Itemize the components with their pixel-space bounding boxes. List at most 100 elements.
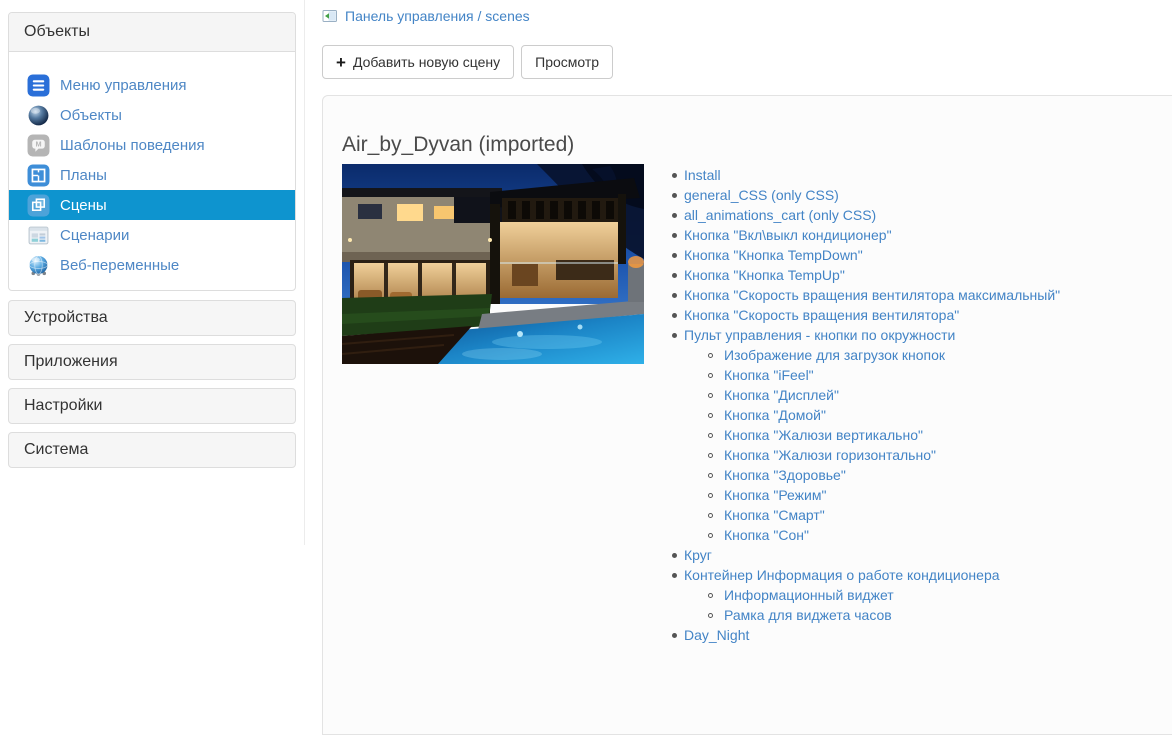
circle-bullet-icon bbox=[708, 472, 713, 478]
scene-element-link[interactable]: Изображение для загрузок кнопок bbox=[724, 347, 945, 363]
disc-bullet-icon bbox=[672, 172, 677, 178]
scene-element-item: Круг bbox=[660, 545, 1165, 565]
sidebar-item-scenes[interactable]: Сцены bbox=[9, 190, 295, 220]
sidebar-item-label: Веб-переменные bbox=[60, 256, 180, 274]
night-house-illustration bbox=[342, 164, 644, 364]
disc-bullet-icon bbox=[672, 272, 677, 278]
sidebar-item-label: Шаблоны поведения bbox=[60, 136, 205, 154]
scene-element-link[interactable]: Кнопка "Домой" bbox=[724, 407, 826, 423]
scene-element-link[interactable]: general_CSS (only CSS) bbox=[684, 187, 839, 203]
sidebar-item-label: Сцены bbox=[60, 196, 107, 214]
circle-bullet-icon bbox=[708, 612, 713, 618]
scene-element-link[interactable]: Install bbox=[684, 167, 721, 183]
scene-element-link[interactable]: Пульт управления - кнопки по окружности bbox=[684, 327, 955, 343]
disc-bullet-icon bbox=[672, 632, 677, 638]
scene-element-item: Кнопка "Здоровье" bbox=[660, 465, 1165, 485]
menu-icon bbox=[27, 74, 50, 97]
sidebar-panel-title: Устройства bbox=[24, 309, 108, 326]
scene-element-item: Контейнер Информация о работе кондиционе… bbox=[660, 565, 1165, 585]
circle-bullet-icon bbox=[708, 512, 713, 518]
circle-bullet-icon bbox=[708, 492, 713, 498]
sidebar-item-web-variables[interactable]: Веб-переменные bbox=[9, 250, 295, 280]
disc-bullet-icon bbox=[672, 572, 677, 578]
disc-bullet-icon bbox=[672, 552, 677, 558]
scene-element-link[interactable]: Кнопка "Скорость вращения вентилятора ма… bbox=[684, 287, 1060, 303]
sidebar-panel-apps[interactable]: Приложения bbox=[8, 344, 296, 380]
circle-bullet-icon bbox=[708, 592, 713, 598]
scene-element-item: Day_Night bbox=[660, 625, 1165, 645]
circle-bullet-icon bbox=[708, 372, 713, 378]
sidebar-panel-system[interactable]: Система bbox=[8, 432, 296, 468]
scene-element-link[interactable]: Кнопка "Дисплей" bbox=[724, 387, 839, 403]
circle-bullet-icon bbox=[708, 432, 713, 438]
scene-element-link[interactable]: Кнопка "Скорость вращения вентилятора" bbox=[684, 307, 959, 323]
disc-bullet-icon bbox=[672, 192, 677, 198]
view-button[interactable]: Просмотр bbox=[521, 45, 614, 79]
sidebar-item-plans[interactable]: Планы bbox=[9, 160, 295, 190]
scene-element-link[interactable]: Кнопка "Смарт" bbox=[724, 507, 825, 523]
scene-element-link[interactable]: Круг bbox=[684, 547, 712, 563]
sidebar-panel-devices[interactable]: Устройства bbox=[8, 300, 296, 336]
sidebar-item-label: Объекты bbox=[60, 106, 122, 124]
disc-bullet-icon bbox=[672, 312, 677, 318]
svg-text:M: M bbox=[35, 139, 41, 148]
scene-title: Air_by_Dyvan (imported) bbox=[342, 133, 575, 156]
breadcrumb-link[interactable]: Панель управления / scenes bbox=[345, 8, 530, 24]
scene-element-item: Кнопка "Кнопка TempDown" bbox=[660, 245, 1165, 265]
scene-element-link[interactable]: Рамка для виджета часов bbox=[724, 607, 892, 623]
disc-bullet-icon bbox=[672, 232, 677, 238]
sidebar-panel-settings[interactable]: Настройки bbox=[8, 388, 296, 424]
scenes-icon bbox=[27, 194, 50, 217]
scene-element-link[interactable]: Контейнер Информация о работе кондиционе… bbox=[684, 567, 1000, 583]
scene-element-link[interactable]: Кнопка "Режим" bbox=[724, 487, 826, 503]
scene-element-item: Кнопка "Скорость вращения вентилятора ма… bbox=[660, 285, 1165, 305]
sidebar-item-control-menu[interactable]: Меню управления bbox=[9, 70, 295, 100]
scene-element-item: Информационный виджет bbox=[660, 585, 1165, 605]
sidebar: Объекты Меню управления Объекты M Шаблоны п… bbox=[8, 12, 296, 291]
circle-bullet-icon bbox=[708, 452, 713, 458]
add-scene-button[interactable]: + Добавить новую сцену bbox=[322, 45, 515, 79]
scene-element-link[interactable]: Кнопка "Сон" bbox=[724, 527, 809, 543]
scene-element-item: Изображение для загрузок кнопок bbox=[660, 345, 1165, 365]
scene-element-item: Кнопка "Дисплей" bbox=[660, 385, 1165, 405]
sidebar-item-objects[interactable]: Объекты bbox=[9, 100, 295, 130]
disc-bullet-icon bbox=[672, 252, 677, 258]
toolbar: + Добавить новую сцену Просмотр bbox=[322, 45, 614, 79]
sidebar-panel-title: Настройки bbox=[24, 397, 103, 414]
objects-menu: Меню управления Объекты M Шаблоны поведения… bbox=[9, 52, 295, 290]
scene-element-link[interactable]: Кнопка "Жалюзи горизонтально" bbox=[724, 447, 936, 463]
view-button-label: Просмотр bbox=[535, 54, 600, 70]
scene-element-link[interactable]: all_animations_cart (only CSS) bbox=[684, 207, 876, 223]
scene-element-item: Рамка для виджета часов bbox=[660, 605, 1165, 625]
objects-panel-header[interactable]: Объекты bbox=[9, 13, 295, 52]
sidebar-item-label: Планы bbox=[60, 166, 107, 184]
scene-element-link[interactable]: Кнопка "Жалюзи вертикально" bbox=[724, 427, 923, 443]
scene-element-item: Кнопка "Режим" bbox=[660, 485, 1165, 505]
scene-element-item: Кнопка "Сон" bbox=[660, 525, 1165, 545]
sidebar-item-behavior-templates[interactable]: M Шаблоны поведения bbox=[9, 130, 295, 160]
scene-element-link[interactable]: Кнопка "Вкл\выкл кондиционер" bbox=[684, 227, 892, 243]
scene-element-item: Кнопка "Жалюзи вертикально" bbox=[660, 425, 1165, 445]
scene-element-item: Пульт управления - кнопки по окружности bbox=[660, 325, 1165, 345]
scene-element-link[interactable]: Day_Night bbox=[684, 627, 749, 643]
scene-element-link[interactable]: Информационный виджет bbox=[724, 587, 894, 603]
scene-element-item: Кнопка "iFeel" bbox=[660, 365, 1165, 385]
scene-element-item: Кнопка "Вкл\выкл кондиционер" bbox=[660, 225, 1165, 245]
sidebar-item-scenarios[interactable]: Сценарии bbox=[9, 220, 295, 250]
circle-bullet-icon bbox=[708, 392, 713, 398]
scene-element-item: Кнопка "Скорость вращения вентилятора" bbox=[660, 305, 1165, 325]
disc-bullet-icon bbox=[672, 212, 677, 218]
disc-bullet-icon bbox=[672, 332, 677, 338]
scene-element-item: all_animations_cart (only CSS) bbox=[660, 205, 1165, 225]
scene-element-item: general_CSS (only CSS) bbox=[660, 185, 1165, 205]
sidebar-panel-title: Система bbox=[24, 441, 89, 458]
plus-icon: + bbox=[336, 52, 346, 72]
objects-panel: Объекты Меню управления Объекты M Шаблоны п… bbox=[8, 12, 296, 291]
scene-element-link[interactable]: Кнопка "Кнопка TempUp" bbox=[684, 267, 845, 283]
scene-element-link[interactable]: Кнопка "Кнопка TempDown" bbox=[684, 247, 863, 263]
scene-elements-list: Install general_CSS (only CSS) all_animati… bbox=[660, 165, 1165, 645]
scene-element-link[interactable]: Кнопка "Здоровье" bbox=[724, 467, 846, 483]
behavior-templates-icon: M bbox=[27, 134, 50, 157]
breadcrumb: Панель управления / scenes bbox=[322, 8, 530, 24]
scene-element-link[interactable]: Кнопка "iFeel" bbox=[724, 367, 814, 383]
